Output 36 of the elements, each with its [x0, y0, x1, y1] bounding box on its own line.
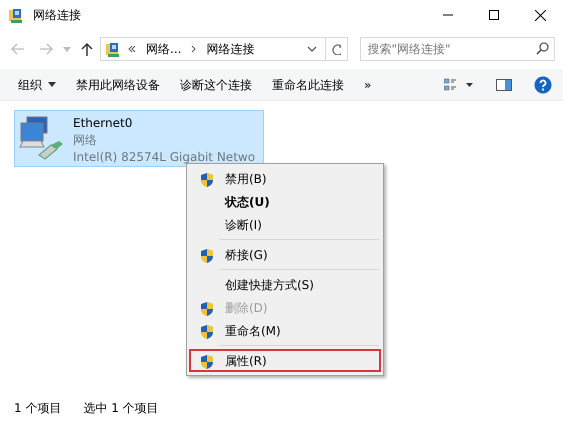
dropdown-icon[interactable] — [307, 46, 318, 52]
menu-item[interactable]: 重命名(M) — [189, 319, 381, 342]
preview-pane-icon[interactable] — [493, 78, 515, 90]
adapter-item[interactable]: Ethernet0 网络 Intel(R) 82574L Gigabit Netwo — [14, 110, 264, 167]
adapter-network: 网络 — [73, 132, 98, 149]
toolbar-button[interactable]: » — [354, 72, 382, 98]
item-count: 1 个项目 — [14, 400, 62, 417]
adapter-device: Intel(R) 82574L Gigabit Netwo — [73, 149, 256, 166]
window-title: 网络连接 — [33, 7, 82, 24]
maximize-icon — [489, 10, 499, 20]
network-adapter-icon — [19, 115, 65, 161]
menu-item[interactable]: 创建快捷方式(S) — [189, 273, 381, 296]
chevron-icon — [191, 45, 196, 53]
toolbar-button[interactable]: 诊断这个连接 — [170, 72, 262, 98]
adapter-name: Ethernet0 — [73, 115, 134, 132]
search-field[interactable]: 搜索"网络连接" — [360, 37, 555, 61]
address-bar[interactable]: 网络... 网络连接 — [100, 37, 326, 61]
toolbar-button[interactable]: 组织 — [8, 72, 66, 98]
refresh-icon — [332, 43, 342, 55]
breadcrumb[interactable]: 网络... — [142, 40, 186, 58]
caret-icon — [48, 82, 56, 87]
refresh-button[interactable] — [326, 37, 348, 61]
app-icon — [8, 6, 25, 24]
menu-item[interactable]: 桥接(G) — [189, 243, 381, 266]
menu-item[interactable]: 状态(U) — [189, 190, 381, 213]
overflow-icon — [128, 45, 136, 53]
location-icon — [105, 40, 122, 58]
menu-item[interactable]: 诊断(I) — [189, 213, 381, 236]
search-icon — [536, 42, 549, 55]
close-icon — [534, 10, 546, 20]
toolbar-button[interactable]: 禁用此网络设备 — [66, 72, 170, 98]
breadcrumb[interactable]: 网络连接 — [202, 40, 258, 58]
selection-count: 选中 1 个项目 — [83, 400, 159, 417]
menu-item[interactable]: 禁用(B) — [189, 167, 381, 190]
toolbar-button[interactable]: 重命名此连接 — [262, 72, 354, 98]
menu-item[interactable]: 属性(R) — [189, 349, 381, 372]
